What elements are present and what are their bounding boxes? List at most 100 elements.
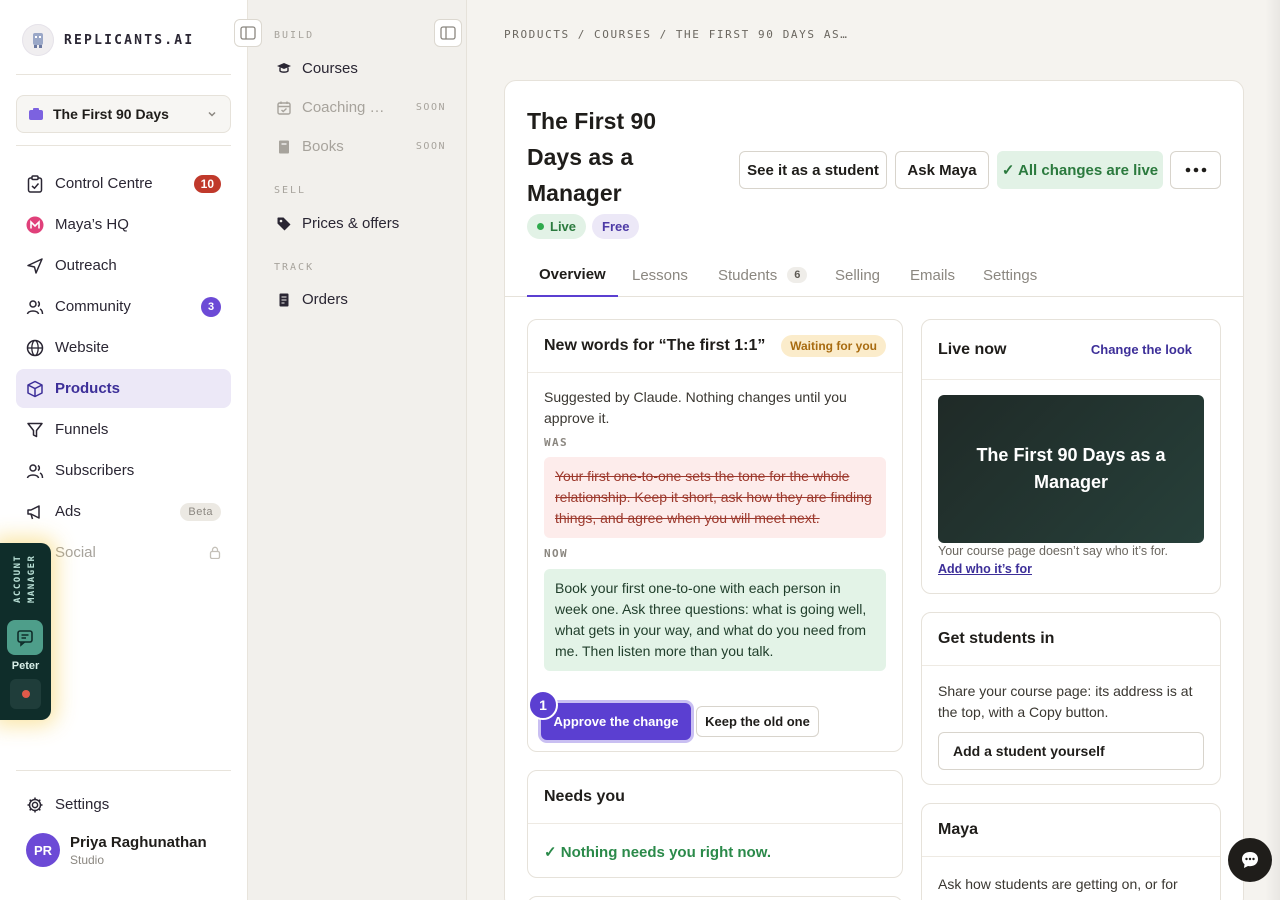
subnav-label: Prices & offers: [302, 215, 400, 232]
keep-old-button[interactable]: Keep the old one: [696, 706, 819, 737]
nav-community[interactable]: Community 3: [16, 287, 231, 326]
megaphone-icon: [26, 503, 44, 521]
account-manager-label: ACCOUNT MANAGER: [13, 555, 37, 604]
nav-label: Social: [55, 544, 96, 561]
breadcrumb-separator: /: [577, 28, 587, 41]
user-name: Priya Raghunathan: [70, 833, 207, 851]
change-look-link[interactable]: Change the look: [1091, 342, 1192, 357]
lock-icon: [209, 546, 221, 559]
nav-mayas-hq[interactable]: Maya’s HQ: [16, 205, 231, 244]
subnav-section-build: BUILD: [274, 30, 315, 41]
chat-bubble-icon: [1239, 849, 1261, 871]
needs-you-card: Needs you ✓ Nothing needs you right now.: [527, 770, 903, 878]
chevron-down-icon: [206, 108, 218, 120]
next-card: [527, 896, 903, 900]
ask-maya-button[interactable]: Ask Maya: [895, 151, 989, 189]
beta-badge: Beta: [180, 502, 221, 521]
nav-subscribers[interactable]: Subscribers: [16, 451, 231, 490]
course-tabs: Overview Lessons Students 6 Selling Email…: [505, 253, 1243, 297]
maya-avatar-icon: [26, 216, 44, 234]
subnav-label: Coaching …: [302, 99, 385, 116]
tab-students[interactable]: Students 6: [706, 253, 819, 297]
course-page-preview[interactable]: The First 90 Days as a Manager: [938, 395, 1204, 543]
more-options-button[interactable]: [1170, 151, 1221, 189]
nav-funnels[interactable]: Funnels: [16, 410, 231, 449]
project-name: The First 90 Days: [53, 106, 169, 122]
tab-overview[interactable]: Overview: [527, 253, 618, 297]
subnav-books[interactable]: Books SOON: [276, 138, 446, 155]
status-text: Live: [550, 219, 577, 234]
divider: [16, 145, 231, 146]
nav-outreach[interactable]: Outreach: [16, 246, 231, 285]
subnav-label: Courses: [302, 60, 358, 77]
people-icon: [26, 462, 44, 480]
add-student-button[interactable]: Add a student yourself: [938, 732, 1204, 770]
gear-icon: [26, 796, 44, 814]
window-edge-shadow: [1265, 0, 1280, 900]
chat-icon: [16, 629, 34, 647]
subnav-coaching[interactable]: Coaching … SOON: [276, 99, 446, 116]
tab-label: Lessons: [632, 266, 688, 284]
breadcrumb-current: THE FIRST 90 DAYS AS…: [675, 28, 849, 41]
tab-emails[interactable]: Emails: [898, 253, 967, 297]
funnel-icon: [26, 421, 44, 439]
breadcrumb-courses[interactable]: COURSES: [594, 28, 652, 41]
status-badge: Waiting for you: [781, 335, 886, 357]
subnav-label: Orders: [302, 291, 348, 308]
nav-website[interactable]: Website: [16, 328, 231, 367]
brand[interactable]: REPLICANTS.AI: [22, 24, 194, 56]
card-title: Live now: [938, 340, 1007, 358]
products-subnav: [248, 0, 467, 900]
divider: [16, 770, 231, 771]
avatar: PR: [26, 833, 60, 867]
status-badge: Live: [527, 214, 587, 239]
nav-control-centre[interactable]: Control Centre 10: [16, 164, 231, 203]
subnav-collapse-button[interactable]: [434, 19, 462, 47]
clipboard-icon: [26, 174, 44, 193]
changes-live-status[interactable]: ✓ All changes are live: [997, 151, 1163, 189]
sidebar: REPLICANTS.AI The First 90 Days Control …: [0, 0, 248, 900]
now-label: NOW: [544, 547, 569, 560]
nav-label: Ads: [55, 503, 81, 520]
breadcrumb-products[interactable]: PRODUCTS: [504, 28, 570, 41]
see-as-student-button[interactable]: See it as a student: [739, 151, 887, 189]
subnav-courses[interactable]: Courses: [276, 60, 446, 77]
nav-settings[interactable]: Settings: [16, 785, 231, 824]
globe-icon: [26, 339, 44, 357]
tab-settings[interactable]: Settings: [971, 253, 1049, 297]
account-manager-chat-button[interactable]: [7, 620, 43, 655]
preview-note: Your course page doesn’t say who it’s fo…: [938, 544, 1169, 558]
record-button[interactable]: [10, 679, 41, 709]
sidebar-collapse-button[interactable]: [234, 19, 262, 47]
subnav-prices-offers[interactable]: Prices & offers: [276, 215, 446, 232]
all-clear-text: ✓ Nothing needs you right now.: [544, 844, 771, 861]
help-chat-button[interactable]: [1228, 838, 1272, 882]
was-label: WAS: [544, 436, 569, 449]
tab-label: Selling: [835, 266, 881, 284]
send-icon: [26, 257, 44, 275]
tab-count-badge: 6: [787, 267, 808, 283]
project-selector[interactable]: The First 90 Days: [16, 95, 231, 133]
nav-label: Website: [55, 339, 109, 356]
tab-selling[interactable]: Selling: [823, 253, 892, 297]
nav-ads[interactable]: Ads Beta: [16, 492, 231, 531]
maya-text: Ask how students are getting on, or for: [938, 876, 1178, 892]
project-icon: [29, 108, 43, 120]
suggestion-card: New words for “The first 1:1” Waiting fo…: [527, 319, 903, 752]
tab-lessons[interactable]: Lessons: [620, 253, 700, 297]
subnav-orders[interactable]: Orders: [276, 291, 446, 308]
price-badge: Free: [592, 214, 640, 239]
tag-icon: [276, 216, 292, 232]
step-number-badge: 1: [528, 690, 558, 720]
notification-badge: 10: [193, 174, 221, 193]
user-profile[interactable]: PR Priya Raghunathan Studio: [26, 833, 207, 867]
nav-products[interactable]: Products: [16, 369, 231, 408]
box-icon: [26, 380, 44, 398]
nav-label: Maya’s HQ: [55, 216, 129, 233]
live-dot-icon: [537, 223, 544, 230]
tab-label: Emails: [910, 266, 956, 284]
nav-label: Control Centre: [55, 175, 153, 192]
page-title: The First 90 Days as a Manager: [527, 108, 657, 206]
add-who-for-link[interactable]: Add who it’s for: [938, 562, 1032, 576]
approve-change-button[interactable]: Approve the change: [541, 703, 691, 740]
